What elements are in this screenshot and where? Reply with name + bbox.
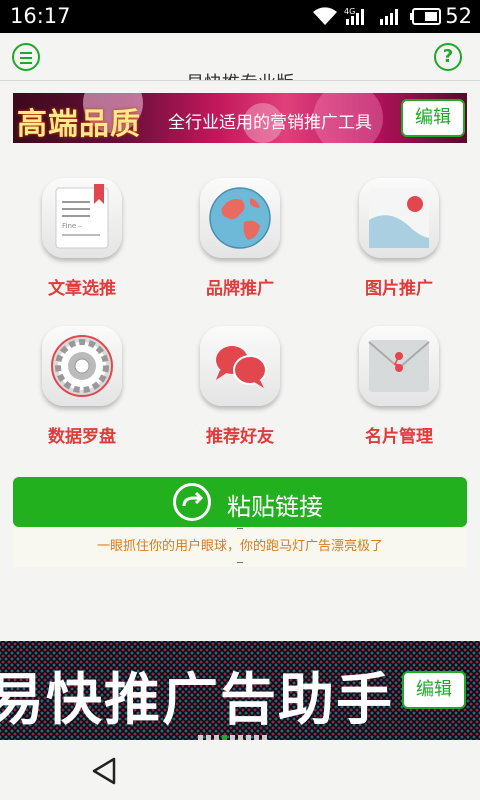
battery-icon	[410, 8, 441, 25]
menu-icon[interactable]	[12, 43, 40, 71]
marquee-edit-button[interactable]: 编辑	[402, 671, 466, 709]
grid-label-image: 图片推广	[365, 279, 433, 299]
banner-headline: 高端品质	[17, 107, 141, 142]
signal-4g-icon: 4G	[344, 7, 364, 25]
status-bar: 16:17 4G 52	[0, 0, 480, 33]
banner-subline: 全行业适用的营销推广工具	[168, 113, 372, 133]
top-banner-edit-button[interactable]: 编辑	[401, 99, 465, 137]
envelope-icon	[359, 326, 439, 406]
page-title: 易快推专业版	[0, 69, 480, 80]
app-bar: 易快推专业版 ?	[0, 33, 480, 81]
hint-text: 一眼抓住你的用户眼球，你的跑马灯广告漂亮极了	[96, 539, 383, 554]
divider	[237, 528, 243, 529]
status-time: 16:17	[10, 4, 71, 28]
hint-area: 一眼抓住你的用户眼球，你的跑马灯广告漂亮极了	[13, 527, 467, 567]
grid-label-brand: 品牌推广	[206, 279, 274, 299]
article-icon-text: Fine –	[62, 222, 82, 230]
navigation-bar	[0, 740, 480, 800]
wifi-icon	[313, 7, 337, 25]
paste-link-label: 粘贴链接	[227, 493, 323, 521]
battery-level: 52	[445, 4, 472, 28]
back-icon[interactable]	[90, 756, 118, 786]
chat-icon	[200, 326, 280, 406]
grid-label-article: 文章选推	[48, 279, 116, 299]
help-icon[interactable]: ?	[434, 43, 462, 71]
network-type-text: 4G	[344, 7, 355, 16]
article-icon: Fine –	[42, 178, 122, 258]
compass-icon	[42, 326, 122, 406]
link-arrow-icon	[173, 483, 211, 521]
image-icon	[359, 178, 439, 258]
marquee-banner[interactable]: 易快推广告助手 编辑	[0, 641, 480, 740]
paste-link-button[interactable]: 粘贴链接	[13, 477, 467, 527]
signal-icon	[380, 9, 398, 25]
grid-label-recommend: 推荐好友	[206, 427, 274, 447]
grid-label-card: 名片管理	[365, 427, 433, 447]
marquee-text: 易快推广告助手	[0, 668, 394, 733]
page-indicator	[198, 725, 270, 740]
divider	[237, 562, 243, 563]
top-banner[interactable]: 高端品质 全行业适用的营销推广工具 编辑	[13, 93, 467, 143]
grid-label-compass: 数据罗盘	[48, 427, 116, 447]
globe-icon	[200, 178, 280, 258]
